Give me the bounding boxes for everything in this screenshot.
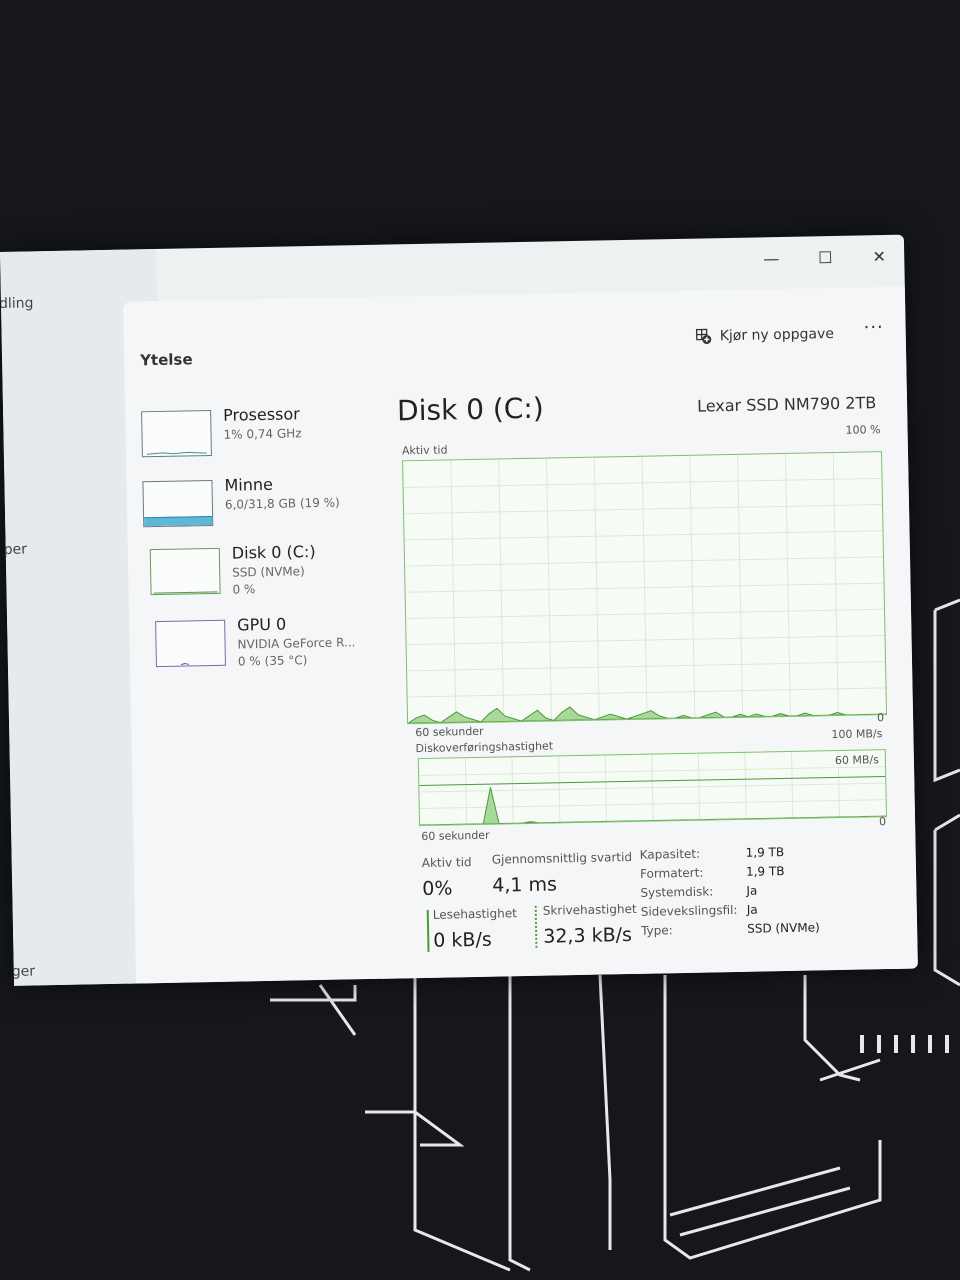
run-new-task-label: Kjør ny oppgave xyxy=(719,326,835,345)
task-manager-window: dling per ger — ☐ ✕ Ytelse Kjør ny oppga… xyxy=(0,234,918,986)
active-time-graph-span: 60 sekunder xyxy=(415,724,484,740)
read-speed-value: 0 kB/s xyxy=(433,928,492,952)
write-speed-marker xyxy=(534,905,538,948)
property-value: Ja xyxy=(746,902,758,917)
property-key: Formatert: xyxy=(639,865,704,881)
sidebar-item-detail: 1% 0,74 GHz xyxy=(223,426,302,442)
transfer-graph-min: 0 xyxy=(878,815,887,829)
maximize-button[interactable]: ☐ xyxy=(808,242,843,273)
transfer-graph-label: Diskoverføringshastighet xyxy=(415,739,554,756)
more-options-button[interactable]: ··· xyxy=(863,317,884,338)
transfer-graph: 60 MB/s xyxy=(417,749,888,827)
sidebar-item-label: Prosessor xyxy=(222,404,300,425)
write-speed-label: Skrivehastighet xyxy=(542,901,637,918)
new-task-icon xyxy=(695,328,712,344)
sidebar-item-detail: SSD (NVMe) xyxy=(232,564,305,580)
read-speed-label: Lesehastighet xyxy=(432,906,517,922)
sidebar-item-label: Disk 0 (C:) xyxy=(231,541,316,563)
processor-thumbnail xyxy=(141,409,212,458)
active-time-graph xyxy=(402,451,888,725)
disk-thumbnail xyxy=(149,547,221,596)
avg-response-label: Gjennomsnittlig svartid xyxy=(491,849,633,867)
sidebar-item-memory[interactable]: Minne 6,0/31,8 GB (19 %) xyxy=(142,474,383,542)
property-key: Sidevekslingsfil: xyxy=(640,902,738,919)
nav-fragment[interactable]: per xyxy=(4,542,28,558)
memory-thumbnail xyxy=(142,479,214,528)
sidebar-item-disk[interactable]: Disk 0 (C:) SSD (NVMe) 0 % xyxy=(149,541,391,610)
sidebar-item-usage: 0 % xyxy=(232,582,256,597)
read-speed-marker xyxy=(426,909,430,952)
property-key: Kapasitet: xyxy=(639,846,701,862)
write-speed-value: 32,3 kB/s xyxy=(543,923,633,948)
close-button[interactable]: ✕ xyxy=(862,241,897,272)
transfer-graph-span: 60 sekunder xyxy=(421,828,490,844)
gpu-thumbnail xyxy=(155,619,226,668)
property-value: 1,9 TB xyxy=(745,864,785,879)
page-title: Ytelse xyxy=(139,350,193,370)
transfer-graph-max: 100 MB/s xyxy=(831,727,883,742)
disk-model: Lexar SSD NM790 2TB xyxy=(696,393,877,416)
sidebar-item-usage: 0 % (35 °C) xyxy=(237,653,308,669)
nav-fragment[interactable]: dling xyxy=(0,295,34,312)
property-key: Type: xyxy=(641,923,673,938)
active-time-label: Aktiv tid xyxy=(421,855,472,871)
property-value: SSD (NVMe) xyxy=(746,920,820,936)
active-time-graph-max: 100 % xyxy=(845,423,881,437)
sidebar-item-detail: 6,0/31,8 GB (19 %) xyxy=(224,495,340,512)
nav-fragment[interactable]: ger xyxy=(12,963,36,979)
performance-panel: Ytelse Kjør ny oppgave ··· Prosessor 1% … xyxy=(122,286,918,984)
avg-response-value: 4,1 ms xyxy=(492,873,558,897)
property-value: 1,9 TB xyxy=(745,845,785,860)
transfer-graph-mid: 60 MB/s xyxy=(832,753,882,768)
disk-title: Disk 0 (C:) xyxy=(396,391,545,428)
active-time-graph-label: Aktiv tid xyxy=(401,443,448,458)
active-time-value: 0% xyxy=(422,877,453,901)
sidebar-item-gpu[interactable]: GPU 0 NVIDIA GeForce R... 0 % (35 °C) xyxy=(155,614,396,681)
sidebar-item-label: GPU 0 xyxy=(237,614,287,635)
sidebar-item-detail: NVIDIA GeForce R... xyxy=(237,635,356,652)
sidebar-item-processor[interactable]: Prosessor 1% 0,74 GHz xyxy=(141,404,382,472)
property-value: Ja xyxy=(746,883,758,898)
property-key: Systemdisk: xyxy=(640,884,714,900)
active-time-graph-min: 0 xyxy=(876,711,885,725)
run-new-task-button[interactable]: Kjør ny oppgave xyxy=(695,326,835,345)
sidebar-item-label: Minne xyxy=(224,474,274,495)
minimize-button[interactable]: — xyxy=(754,243,789,274)
